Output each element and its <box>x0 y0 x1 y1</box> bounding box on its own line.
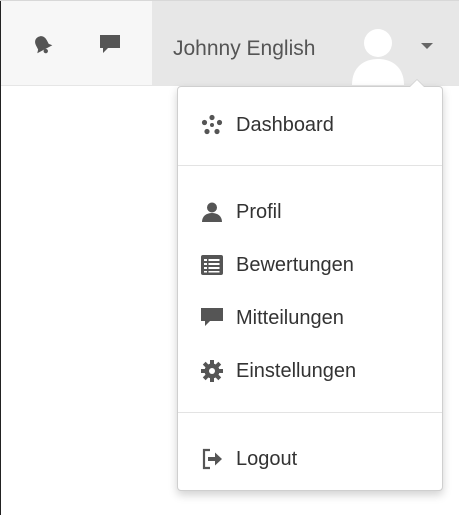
comment-icon <box>200 306 224 330</box>
menu-item-mitteilungen[interactable]: Mitteilungen <box>178 297 442 339</box>
menu-item-label: Dashboard <box>236 114 334 136</box>
user-icon <box>200 200 224 224</box>
menu-item-bewertungen[interactable]: Bewertungen <box>178 244 442 286</box>
menu-divider <box>178 412 442 413</box>
bell-icon[interactable] <box>29 32 55 56</box>
gear-icon <box>200 359 224 383</box>
menu-item-label: Bewertungen <box>236 254 354 276</box>
menu-item-label: Logout <box>236 448 298 470</box>
menu-item-dashboard[interactable]: Dashboard <box>178 104 442 146</box>
menu-divider <box>178 165 442 166</box>
menu-item-label: Mitteilungen <box>236 307 344 329</box>
logout-icon <box>200 447 224 471</box>
menu-item-logout[interactable]: Logout <box>178 438 442 480</box>
list-icon <box>200 253 224 277</box>
user-dropdown-menu: Dashboard Profil Bewertungen Mitteilunge… <box>177 79 443 491</box>
user-name: Johnny English <box>173 37 316 60</box>
user-menu-toggle[interactable]: Johnny English <box>152 1 459 85</box>
dashboard-icon <box>200 113 224 137</box>
menu-item-profil[interactable]: Profil <box>178 191 442 233</box>
caret-down-icon[interactable] <box>421 43 433 49</box>
menu-item-einstellungen[interactable]: Einstellungen <box>178 350 442 392</box>
top-navbar: Johnny English <box>1 1 459 86</box>
comment-icon[interactable] <box>97 32 123 56</box>
dropdown-pointer-inner <box>410 80 424 87</box>
menu-item-label: Einstellungen <box>236 360 357 382</box>
user-silhouette-icon <box>350 23 406 85</box>
menu-item-label: Profil <box>236 201 282 223</box>
